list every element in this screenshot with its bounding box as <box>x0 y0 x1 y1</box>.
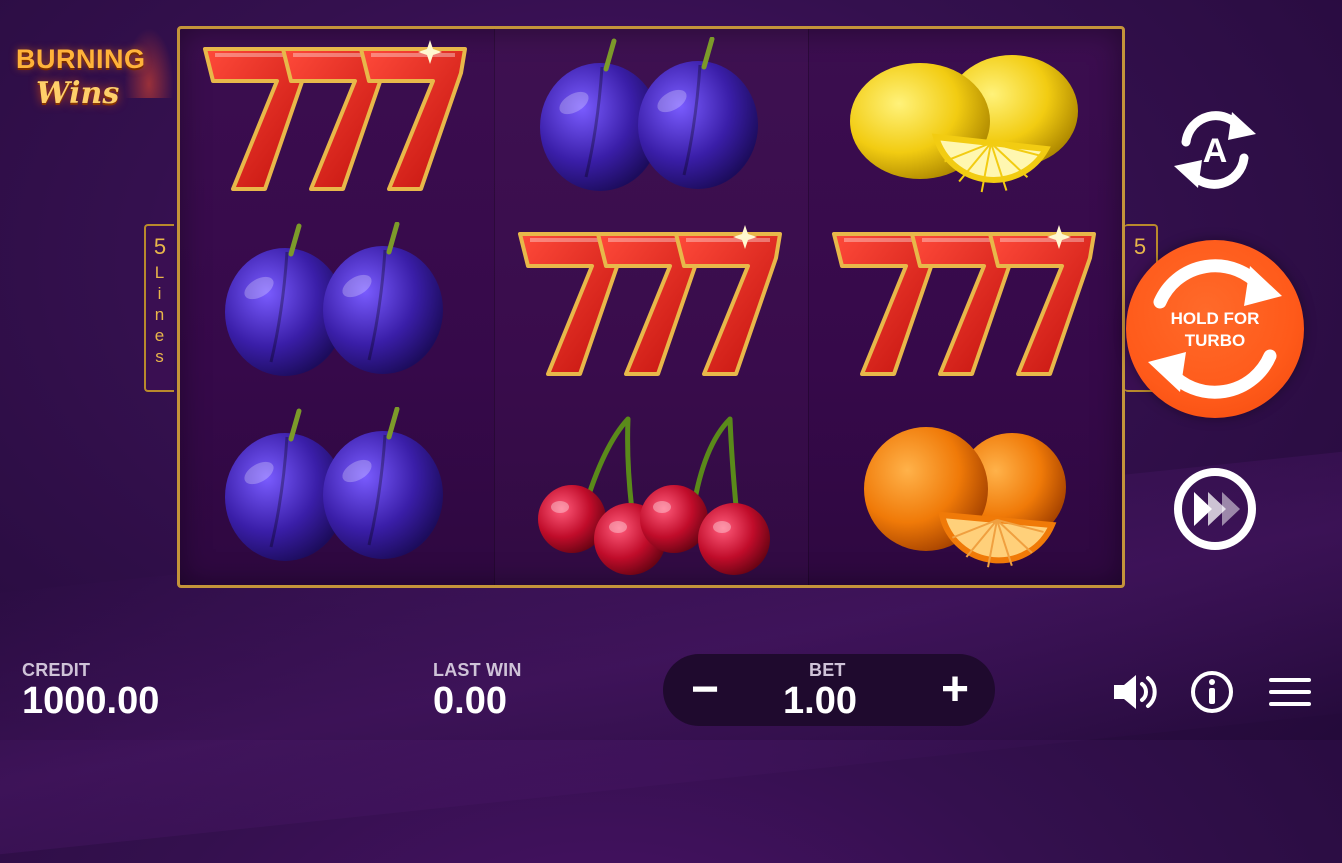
sound-button[interactable] <box>1110 670 1158 714</box>
seven-symbol <box>180 29 494 214</box>
bet-decrease-button[interactable]: − <box>675 662 735 718</box>
spin-label-line-1: HOLD FOR <box>1170 309 1260 328</box>
credit-label: CREDIT <box>22 660 91 680</box>
turbo-button[interactable] <box>1172 466 1258 552</box>
orange-icon <box>863 427 1066 568</box>
lemon-symbol <box>809 29 1122 214</box>
bet-control: − BET 1.00 + <box>663 654 995 726</box>
cherry-icon <box>537 416 770 576</box>
hamburger-menu-icon <box>1269 678 1311 706</box>
plum-icon <box>225 221 443 376</box>
plum-symbol <box>495 29 808 214</box>
bet-value: 1.00 <box>783 680 857 722</box>
reel-3 <box>808 29 1122 585</box>
fast-forward-icon <box>1174 468 1256 550</box>
seven-symbol <box>809 214 1122 399</box>
autoplay-button[interactable]: A <box>1166 104 1264 196</box>
lines-count: 5 <box>153 234 167 259</box>
seven-icon <box>517 224 782 376</box>
autoplay-letter: A <box>1203 132 1228 170</box>
plum-icon <box>225 407 443 562</box>
last-win-value: 0.00 <box>433 680 507 722</box>
speaker-icon <box>1114 675 1157 709</box>
cherry-symbol <box>495 400 808 585</box>
plum-icon <box>539 36 758 191</box>
last-win-label: LAST WIN <box>433 660 522 680</box>
menu-button[interactable] <box>1266 670 1314 714</box>
plum-symbol <box>180 400 494 585</box>
autoplay-icon: A <box>1174 111 1256 189</box>
game-logo: BURNING Wins <box>14 28 174 120</box>
plum-symbol <box>180 214 494 399</box>
lines-word: Lines <box>154 263 166 366</box>
info-button[interactable] <box>1188 670 1236 714</box>
seven-icon <box>831 224 1096 376</box>
seven-icon <box>203 39 467 191</box>
lemon-icon <box>849 54 1078 192</box>
logo-line-2: Wins <box>36 76 120 111</box>
credit-value: 1000.00 <box>22 680 160 722</box>
seven-symbol <box>495 214 808 399</box>
orange-symbol <box>809 400 1122 585</box>
spin-button[interactable]: HOLD FOR TURBO <box>1126 240 1304 418</box>
lines-indicator-left: 5 Lines <box>144 224 174 392</box>
reel-1 <box>180 29 494 585</box>
logo-line-1: BURNING <box>16 44 146 74</box>
info-icon <box>1191 671 1233 713</box>
bet-increase-button[interactable]: + <box>925 662 985 718</box>
spin-label-line-2: TURBO <box>1184 331 1246 350</box>
reel-area <box>177 26 1125 588</box>
bet-label: BET <box>809 660 846 680</box>
spin-label: HOLD FOR TURBO <box>1126 308 1304 352</box>
reel-2 <box>494 29 808 585</box>
